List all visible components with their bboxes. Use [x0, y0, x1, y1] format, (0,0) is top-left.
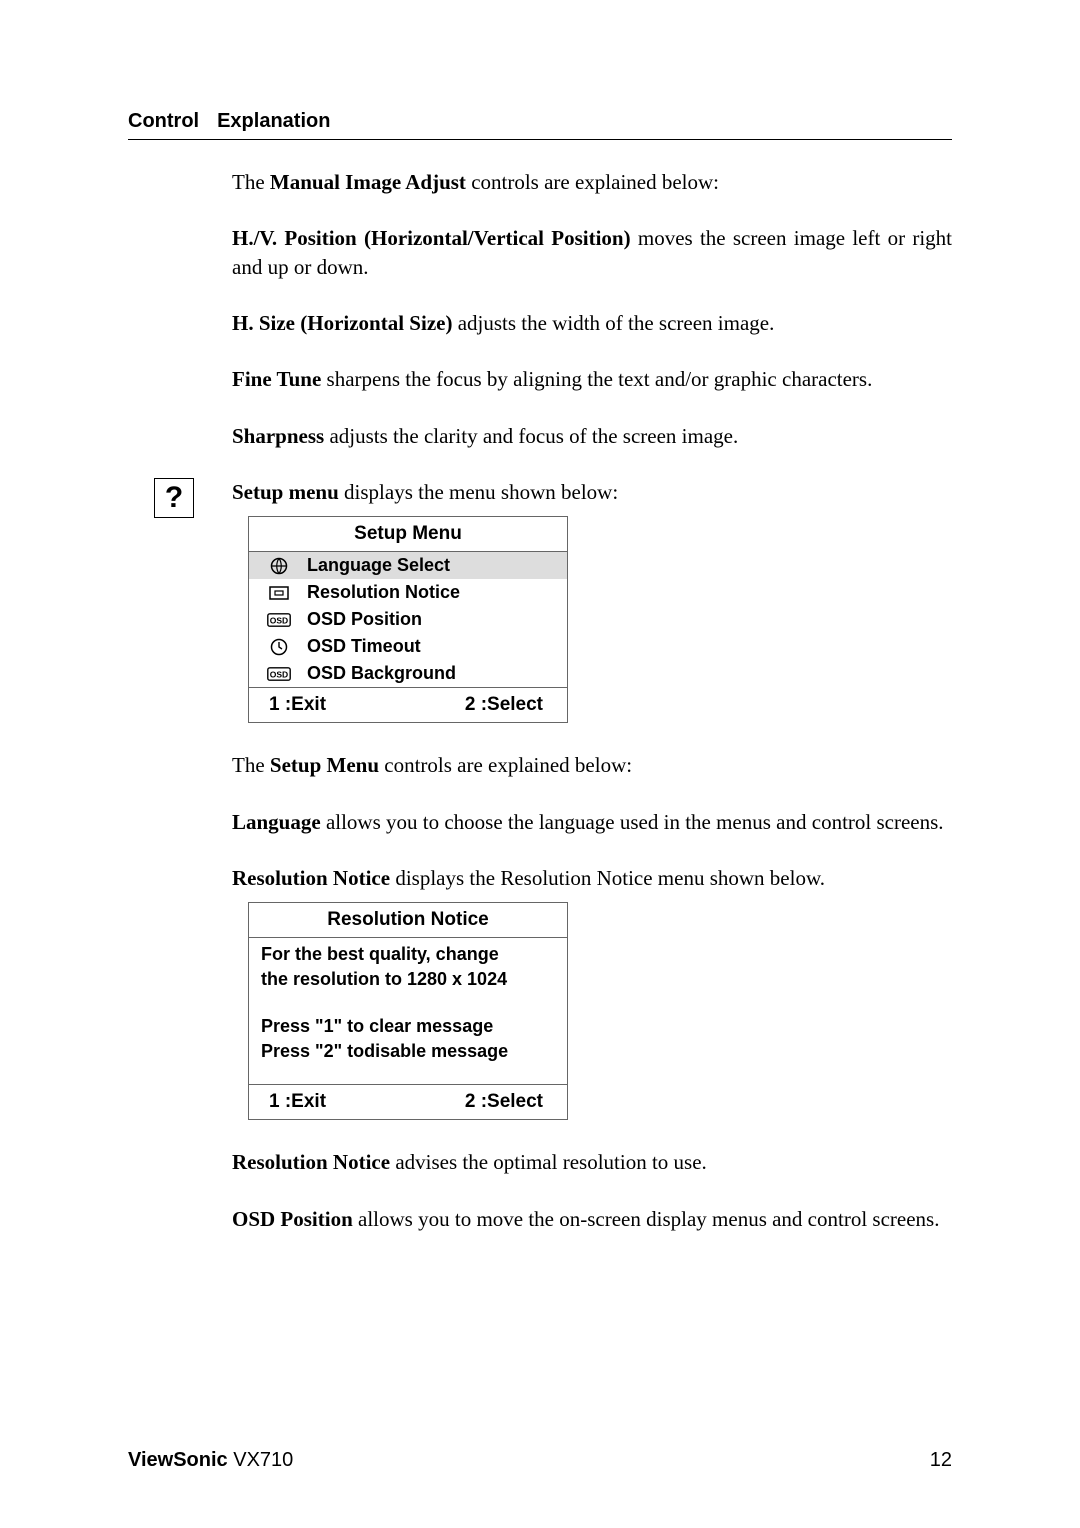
- footer-exit: 1 :Exit: [269, 694, 326, 716]
- table-header: Control Explanation: [128, 110, 952, 133]
- header-explanation: Explanation: [217, 110, 330, 133]
- question-icon: ?: [154, 478, 194, 518]
- h-size-desc: H. Size (Horizontal Size) adjusts the wi…: [232, 309, 952, 337]
- menu-item-label: OSD Background: [307, 663, 456, 684]
- page-number: 12: [930, 1449, 952, 1472]
- hv-position-desc: H./V. Position (Horizontal/Vertical Posi…: [232, 224, 952, 281]
- footer-select: 2 :Select: [465, 1091, 543, 1113]
- menu-item-resolution-notice: Resolution Notice: [249, 579, 567, 606]
- menu-item-label: Language Select: [307, 555, 450, 576]
- footer-brand-model: ViewSonic VX710: [128, 1449, 293, 1472]
- setup-menu-title: Setup Menu: [249, 517, 567, 552]
- resolution-notice-title: Resolution Notice: [249, 903, 567, 938]
- manual-image-adjust-intro: The Manual Image Adjust controls are exp…: [232, 168, 952, 196]
- svg-text:OSD: OSD: [270, 669, 288, 679]
- menu-item-osd-position: OSD OSD Position: [249, 606, 567, 633]
- header-control: Control: [128, 110, 199, 133]
- menu-item-language-select: Language Select: [249, 552, 567, 579]
- menu-item-label: OSD Position: [307, 609, 422, 630]
- osd-icon: OSD: [265, 667, 293, 681]
- footer-exit: 1 :Exit: [269, 1091, 326, 1113]
- osd-position-desc: OSD Position allows you to move the on-s…: [232, 1205, 952, 1233]
- osd-icon: OSD: [265, 613, 293, 627]
- globe-icon: [265, 557, 293, 575]
- menu-item-osd-background: OSD OSD Background: [249, 660, 567, 687]
- setup-menu-diagram: Setup Menu Language Select Resolution No…: [248, 516, 568, 723]
- resolution-notice-intro: Resolution Notice displays the Resolutio…: [232, 864, 952, 892]
- sharpness-desc: Sharpness adjusts the clarity and focus …: [232, 422, 952, 450]
- notice-line1: For the best quality, change: [261, 944, 555, 965]
- resolution-notice-footer: 1 :Exit 2 :Select: [249, 1085, 567, 1119]
- notice-line3: Press "1" to clear message: [261, 1016, 555, 1037]
- setup-menu-footer: 1 :Exit 2 :Select: [249, 688, 567, 722]
- resolution-notice-diagram: Resolution Notice For the best quality, …: [248, 902, 568, 1120]
- menu-item-label: OSD Timeout: [307, 636, 421, 657]
- language-desc: Language allows you to choose the langua…: [232, 808, 952, 836]
- menu-item-osd-timeout: OSD Timeout: [249, 633, 567, 660]
- fine-tune-desc: Fine Tune sharpens the focus by aligning…: [232, 365, 952, 393]
- notice-line4: Press "2" todisable message: [261, 1041, 555, 1062]
- menu-item-label: Resolution Notice: [307, 582, 460, 603]
- header-rule: [128, 139, 952, 140]
- resolution-notice-desc: Resolution Notice advises the optimal re…: [232, 1148, 952, 1176]
- page-footer: ViewSonic VX710 12: [128, 1449, 952, 1472]
- setup-menu-controls-intro: The Setup Menu controls are explained be…: [232, 751, 952, 779]
- svg-text:OSD: OSD: [270, 615, 288, 625]
- screen-icon: [265, 586, 293, 600]
- setup-menu-intro: Setup menu displays the menu shown below…: [232, 478, 952, 506]
- footer-select: 2 :Select: [465, 694, 543, 716]
- notice-line2: the resolution to 1280 x 1024: [261, 969, 555, 990]
- clock-icon: [265, 638, 293, 656]
